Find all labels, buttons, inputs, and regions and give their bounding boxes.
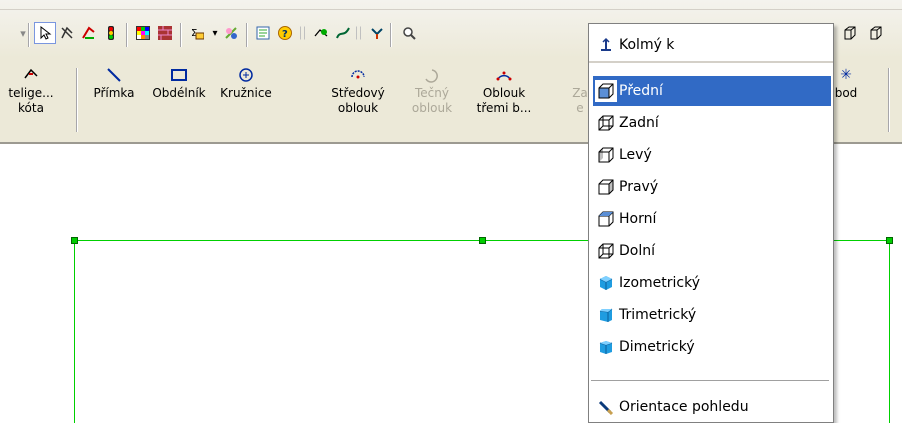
left-view-icon [595, 144, 617, 166]
toolbar-separator [126, 23, 128, 47]
traffic-light-icon[interactable] [100, 22, 122, 44]
menu-item-front[interactable]: Přední [593, 76, 831, 106]
rectangle-button[interactable]: Obdélník [148, 64, 210, 101]
top-view-icon [595, 208, 617, 230]
hidden-command-icon [572, 64, 588, 86]
trimetric-cube-icon [595, 304, 617, 326]
menu-item-dimetric[interactable]: Dimetrický [593, 332, 831, 362]
toolbar-grip[interactable] [360, 26, 361, 40]
help-icon[interactable]: ? [274, 22, 296, 44]
toolbar-separator [246, 23, 248, 47]
rectangle-icon [148, 64, 210, 86]
relations-icon[interactable] [310, 22, 332, 44]
three-point-arc-button[interactable]: Oblouk třemi b... [470, 64, 538, 116]
toolbar-separator [390, 23, 392, 47]
center-arc-button[interactable]: Středový oblouk [322, 64, 394, 116]
view-cube-icon[interactable] [864, 22, 886, 44]
smart-mate-icon[interactable] [366, 22, 388, 44]
menu-item-trimetric[interactable]: Trimetrický [593, 300, 831, 330]
normal-to-icon [595, 34, 617, 56]
menu-separator [589, 61, 833, 63]
line-icon [90, 64, 138, 86]
toolbar-separator [180, 23, 182, 47]
toolbar-grip[interactable] [300, 26, 301, 40]
dimension-icon [0, 64, 62, 86]
sketch-point-handle[interactable] [886, 237, 893, 244]
back-view-icon [595, 112, 617, 134]
menu-item-isometric[interactable]: Izometrický [593, 268, 831, 298]
right-view-icon [595, 176, 617, 198]
macro-icon[interactable] [220, 22, 242, 44]
zoom-icon[interactable] [398, 22, 420, 44]
toolbar-grip[interactable] [356, 26, 357, 40]
circle-button[interactable]: Kružnice [216, 64, 276, 101]
tangent-arc-icon [400, 64, 464, 86]
sketch-line-right[interactable] [889, 240, 890, 423]
tangent-arc-button[interactable]: Tečný oblouk [400, 64, 464, 116]
dimetric-cube-icon [595, 336, 617, 358]
point-button[interactable]: ✳ bod [834, 64, 858, 101]
sketch-point-handle[interactable] [479, 237, 486, 244]
menu-separator [591, 380, 829, 381]
view-orientation-menu: Kolmý k Přední Zadní Levý Pravý Horní Do… [588, 23, 834, 423]
hidden-command-button[interactable]: Za e [572, 64, 588, 116]
toolbar-overflow-icon[interactable]: ▾ [12, 22, 34, 44]
smart-dimension-button[interactable]: telige... kóta [0, 64, 62, 116]
circle-icon [216, 64, 276, 86]
view-cube-icon[interactable] [838, 22, 860, 44]
toolbar-grip[interactable] [304, 26, 305, 40]
point-icon: ✳ [840, 66, 852, 83]
front-view-icon [595, 80, 617, 102]
command-separator [76, 68, 78, 132]
sketch-edit-icon[interactable] [78, 22, 100, 44]
texture-icon[interactable] [154, 22, 176, 44]
sketch-filter-icon[interactable] [56, 22, 78, 44]
menu-item-top[interactable]: Horní [593, 204, 831, 234]
menu-item-view-orientation[interactable]: Orientace pohledu [593, 392, 831, 422]
line-button[interactable]: Přímka [90, 64, 138, 101]
menu-item-bottom[interactable]: Dolní [593, 236, 831, 266]
menu-item-back[interactable]: Zadní [593, 108, 831, 138]
toolbar-separator [28, 23, 30, 47]
sketch-line-left[interactable] [74, 240, 75, 423]
menu-item-normal-to[interactable]: Kolmý k [593, 30, 831, 60]
chain-icon[interactable] [332, 22, 354, 44]
sketch-point-handle[interactable] [71, 237, 78, 244]
toolbar-divider [0, 9, 902, 10]
view-orientation-icon [595, 396, 617, 418]
select-cursor-icon[interactable] [34, 22, 56, 44]
properties-icon[interactable] [252, 22, 274, 44]
svg-text:?: ? [282, 29, 288, 40]
command-separator [888, 68, 890, 132]
center-arc-icon [322, 64, 394, 86]
bottom-view-icon [595, 240, 617, 262]
three-point-arc-icon [470, 64, 538, 86]
isometric-cube-icon [595, 272, 617, 294]
color-grid-icon[interactable] [132, 22, 154, 44]
menu-item-right[interactable]: Pravý [593, 172, 831, 202]
menu-item-left[interactable]: Levý [593, 140, 831, 170]
